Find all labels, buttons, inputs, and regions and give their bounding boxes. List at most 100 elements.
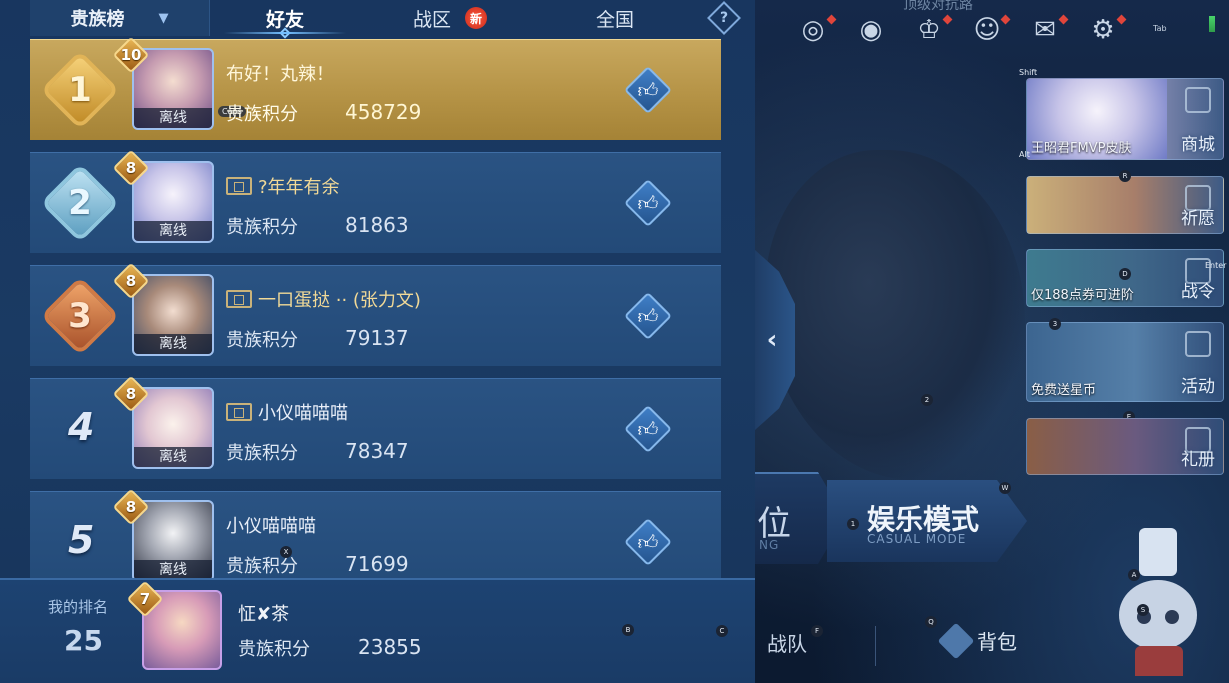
player-name: ?年年有余 — [226, 173, 340, 199]
noble-level: 8 — [125, 159, 137, 177]
ranking-type-dropdown[interactable]: 贵族榜 ▼ — [30, 0, 210, 36]
rank-number: 1 — [68, 70, 92, 110]
help-button[interactable]: ? — [707, 1, 741, 35]
key-hint-shift: Shift — [1019, 68, 1038, 77]
ranking-tabs: 贵族榜 ▼ 好友 战区 新 全国 ? — [30, 0, 754, 39]
player-name-text: 布好！丸辣！ — [226, 64, 334, 85]
bag-button[interactable]: 背包 — [937, 622, 1017, 659]
ranking-row[interactable]: 4 8 离线 小仪喵喵喵 贵族积分 78347 👍︎ — [30, 375, 721, 479]
like-button[interactable]: 👍︎ — [623, 517, 673, 567]
new-badge: 新 — [465, 7, 487, 29]
noble-level-badge: 8 — [112, 149, 150, 187]
key-hint-2: 2 — [921, 394, 933, 406]
rank-medal-icon: 2 — [46, 169, 114, 237]
key-hint-enter: Enter — [1205, 261, 1227, 270]
tab-national[interactable]: 全国 — [540, 0, 690, 36]
banner-icon — [226, 177, 252, 195]
top-bar: ◎ ◉ ♔ ☺ ✉ ⚙ — [795, 12, 1127, 48]
score-label: 贵族积分 — [226, 104, 298, 125]
tab-region[interactable]: 战区 新 — [360, 0, 540, 36]
chevron-down-icon: ▼ — [158, 10, 169, 26]
side-card-label: 祈愿 — [1181, 209, 1215, 229]
side-card-sub: 王昭君FMVP皮肤 — [1031, 141, 1132, 156]
score-label: 贵族积分 — [226, 330, 298, 351]
ranking-row[interactable]: 5 8 离线 小仪喵喵喵 贵族积分 71699 X 👍︎ — [30, 488, 721, 592]
noble-level: 10 — [120, 46, 142, 64]
gear-icon[interactable]: ⚙ — [1085, 12, 1127, 48]
noble-level: 7 — [139, 590, 151, 608]
key-hint-d: D — [1119, 268, 1131, 280]
side-card-sub: 仅188点券可进阶 — [1031, 288, 1134, 303]
side-card-wish[interactable]: 祈愿 — [1026, 176, 1224, 234]
dropdown-label: 贵族榜 — [70, 9, 125, 30]
player-name-text: 小仪喵喵喵 — [226, 516, 316, 537]
like-button[interactable]: 👍︎ — [623, 291, 673, 341]
mail-icon[interactable]: ✉ — [1027, 12, 1069, 48]
key-hint-q: Q — [925, 616, 937, 628]
score-value: 78347 — [345, 439, 409, 463]
noble-level: 8 — [125, 498, 137, 516]
noble-level-badge: 8 — [112, 262, 150, 300]
ranking-row[interactable]: 1 10 离线 Caps 布好！丸辣！ 贵族积分 458729 👍︎ — [30, 36, 721, 140]
ranking-row[interactable]: 3 8 离线 一口蛋挞 ·· (张力文) 贵族积分 79137 👍︎ — [30, 262, 721, 366]
side-card-label: 商城 — [1181, 135, 1215, 155]
mascot-assistant[interactable] — [1115, 528, 1205, 678]
eye-icon[interactable]: ◉ — [853, 12, 889, 48]
offline-status: 离线 — [134, 447, 212, 467]
key-hint-c: C — [716, 625, 728, 637]
thumbs-up-icon: 👍︎ — [637, 303, 659, 328]
key-hint-1: 1 — [847, 518, 859, 530]
shop-icon — [1185, 87, 1211, 113]
noble-level-badge: 7 — [126, 580, 164, 618]
ranking-panel: 贵族榜 ▼ 好友 战区 新 全国 ? 1 10 离线 Caps 布好！丸辣！ 贵… — [0, 0, 755, 683]
rank-number: 3 — [68, 296, 92, 336]
player-name-text: 一口蛋挞 ·· (张力文) — [258, 290, 421, 311]
key-hint-3: 3 — [1049, 318, 1061, 330]
side-card-label: 活动 — [1181, 377, 1215, 397]
trophy-icon[interactable]: ♔ — [911, 12, 953, 48]
team-button[interactable]: 战队 — [767, 628, 807, 657]
rank-medal-icon: 1 — [46, 56, 114, 124]
banner-icon — [226, 403, 252, 421]
target-icon[interactable]: ◎ — [795, 12, 837, 48]
key-hint-s: S — [1137, 604, 1149, 616]
key-hint-alt: Alt — [1019, 150, 1030, 159]
tab-friends[interactable]: 好友 — [210, 0, 360, 39]
help-icon: ? — [719, 10, 729, 26]
game-lobby-background: 顶级对抗路 ◎ ◉ ♔ ☺ ✉ ⚙ Tab Shift 商城 王昭君FMVP皮肤… — [755, 0, 1229, 683]
score-label: 贵族积分 — [226, 217, 298, 238]
key-hint-r: R — [1119, 170, 1131, 182]
hero-artwork — [765, 150, 1025, 480]
score-label: 贵族积分 — [226, 443, 298, 464]
side-card-shop[interactable]: 商城 王昭君FMVP皮肤 — [1026, 78, 1224, 160]
my-rank-bar: 我的排名 25 7 怔✘茶 贵族积分 23855 B C — [0, 578, 755, 683]
my-player-name: 怔✘茶 — [238, 600, 289, 626]
signal-icon — [1203, 14, 1221, 46]
tab-label: 战区 — [412, 8, 451, 31]
key-hint-z: Z — [250, 219, 256, 228]
noble-level-badge: 8 — [112, 488, 150, 526]
ranking-row[interactable]: 2 8 离线 ?年年有余 贵族积分 81863 Z 👍︎ — [30, 149, 721, 253]
thumbs-up-icon: 👍︎ — [637, 190, 659, 215]
like-button[interactable]: 👍︎ — [623, 178, 673, 228]
side-card-event[interactable]: 活动 免费送星币 — [1026, 322, 1224, 402]
side-card-sub: 免费送星币 — [1031, 383, 1097, 398]
rank-number: 2 — [68, 183, 92, 223]
rank-number: 4 — [68, 405, 95, 449]
chevron-left-icon: ‹ — [766, 325, 778, 355]
player-name: 一口蛋挞 ·· (张力文) — [226, 286, 421, 312]
like-button[interactable]: 👍︎ — [623, 65, 673, 115]
score-value: 458729 — [345, 100, 422, 124]
friends-icon[interactable]: ☺ — [969, 12, 1011, 48]
player-name: 小仪喵喵喵 — [226, 399, 348, 425]
score-label: 贵族积分 — [238, 639, 310, 660]
like-button[interactable]: 👍︎ — [623, 404, 673, 454]
side-card-giftbook[interactable]: 礼册 — [1026, 418, 1224, 475]
score-value: 23855 — [358, 635, 422, 659]
score-value: 71699 — [345, 552, 409, 576]
offline-status: 离线 — [134, 108, 212, 128]
player-name: 布好！丸辣！ — [226, 60, 334, 86]
key-hint-f: F — [811, 625, 823, 637]
key-hint-x: X — [280, 546, 292, 558]
offline-status: 离线 — [134, 334, 212, 354]
